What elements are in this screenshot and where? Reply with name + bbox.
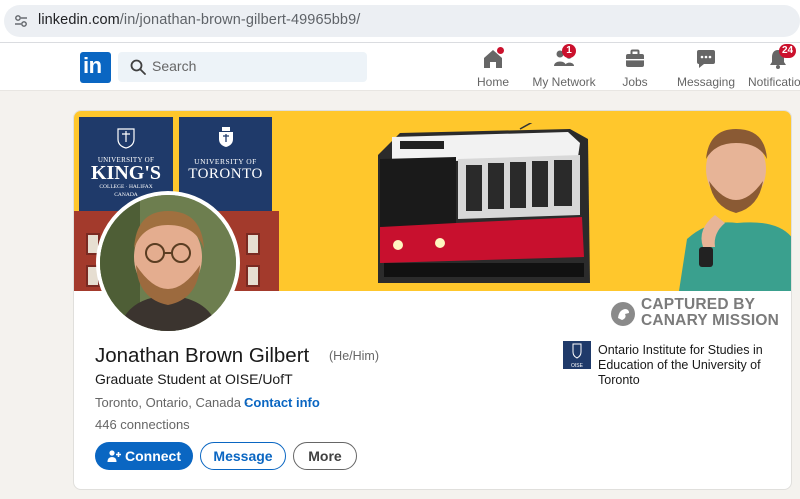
more-button[interactable]: More <box>293 442 357 470</box>
notifications-badge: 24 <box>779 44 797 58</box>
nav-my-network-label: My Network <box>532 75 596 89</box>
canary-mission-icon <box>611 302 635 326</box>
nav-jobs[interactable]: Jobs <box>614 47 656 91</box>
oise-logo[interactable]: OISE <box>563 341 591 369</box>
streetcar-image <box>378 123 590 283</box>
connections-count: 446 connections <box>95 417 190 432</box>
capture-line1: CAPTURED BY <box>641 296 756 313</box>
profile-headline: Graduate Student at OISE/UofT <box>95 371 293 387</box>
oise-crest-icon <box>572 343 582 359</box>
crest-icon <box>117 128 135 149</box>
briefcase-icon <box>626 49 644 67</box>
linkedin-logo[interactable]: in <box>80 52 111 83</box>
captured-by-overlay: CAPTURED BY CANARY MISSION <box>610 297 780 333</box>
uoft-line2: TORONTO <box>188 166 263 182</box>
search-input[interactable] <box>152 58 352 74</box>
browser-address-bar: linkedin.com/in/jonathan-brown-gilbert-4… <box>0 0 800 43</box>
avatar-image <box>100 195 236 331</box>
url-text: linkedin.com/in/jonathan-brown-gilbert-4… <box>38 12 360 28</box>
url-path: /in/jonathan-brown-gilbert-49965bb9/ <box>119 12 361 28</box>
nav-notifications-label: Notifications <box>748 75 800 89</box>
network-badge: 1 <box>562 44 576 58</box>
profile-card: UNIVERSITY OF KING'S COLLEGE · HALIFAX C… <box>73 110 792 490</box>
profile-pronouns: (He/Him) <box>329 349 379 363</box>
uoft-line1: UNIVERSITY OF <box>194 157 257 166</box>
kings-line3: COLLEGE · HALIFAX <box>99 184 153 190</box>
nav-notifications[interactable]: 24 Notifications <box>748 44 800 91</box>
message-button[interactable]: Message <box>200 442 286 470</box>
site-settings-icon[interactable] <box>14 14 28 28</box>
add-person-icon <box>107 450 121 462</box>
message-icon <box>697 50 715 68</box>
nav-my-network[interactable]: 1 My Network <box>530 44 598 91</box>
contact-info-link[interactable]: Contact info <box>244 395 320 410</box>
banner-person-image <box>679 129 791 291</box>
search-icon <box>130 59 146 75</box>
kings-line2: KING'S <box>90 162 162 184</box>
oise-logo-text: OISE <box>571 363 583 369</box>
capture-line2: CANARY MISSION <box>641 312 780 329</box>
search-box[interactable] <box>118 52 367 82</box>
url-field[interactable]: linkedin.com/in/jonathan-brown-gilbert-4… <box>4 5 800 37</box>
url-host: linkedin.com <box>38 12 120 28</box>
crest-icon <box>218 127 233 147</box>
connect-label: Connect <box>125 448 181 464</box>
profile-location: Toronto, Ontario, Canada · <box>95 395 249 410</box>
logo-text: in <box>83 53 102 78</box>
connect-button[interactable]: Connect <box>95 442 193 470</box>
nav-home[interactable]: Home <box>470 46 516 91</box>
location-text: Toronto, Ontario, Canada <box>95 395 241 410</box>
global-nav: in Home 1 My Network <box>0 43 800 91</box>
profile-name: Jonathan Brown Gilbert <box>95 344 310 367</box>
nav-messaging[interactable]: Messaging <box>676 47 736 91</box>
nav-home-label: Home <box>476 75 509 89</box>
nav-messaging-label: Messaging <box>676 75 736 89</box>
notification-dot <box>496 46 505 55</box>
education-name[interactable]: Ontario Institute for Studies in Educati… <box>598 343 778 388</box>
nav-jobs-label: Jobs <box>622 75 648 89</box>
profile-photo[interactable] <box>96 191 240 335</box>
